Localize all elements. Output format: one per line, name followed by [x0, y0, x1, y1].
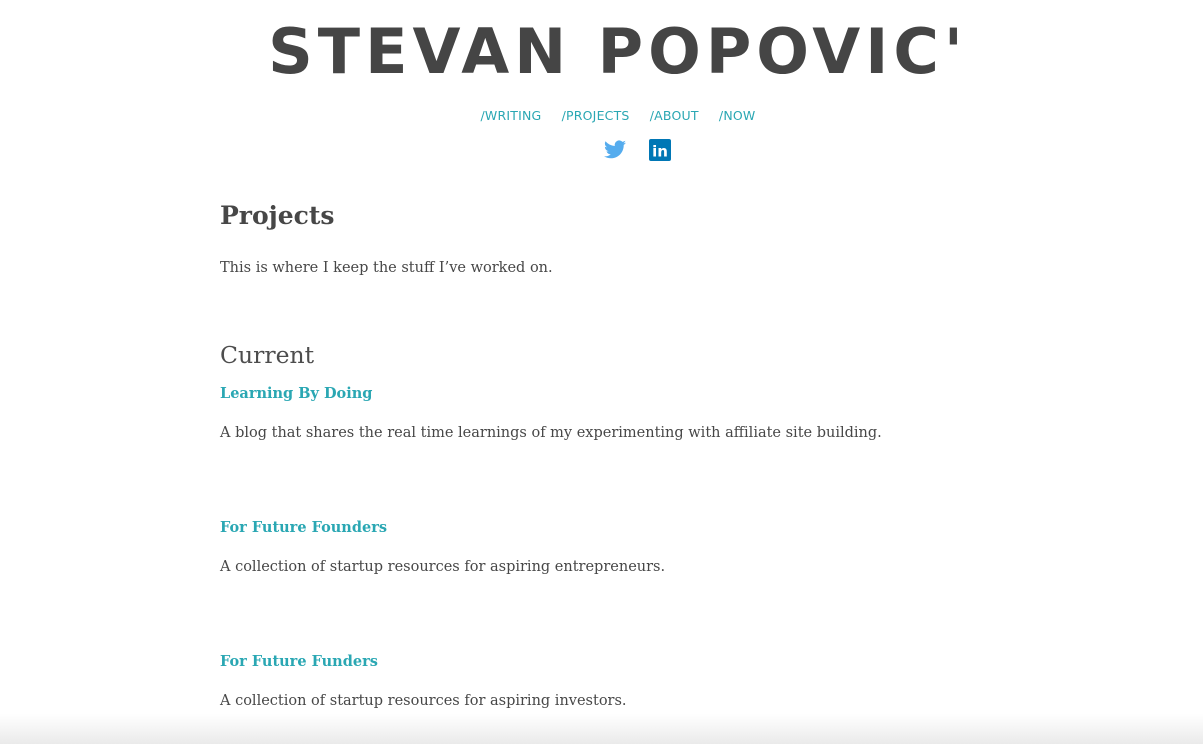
main-content: Projects This is where I keep the stuff … — [220, 195, 980, 712]
social-links: in — [0, 138, 1203, 162]
project-description: A collection of startup resources for as… — [220, 693, 627, 709]
svg-text:in: in — [652, 143, 668, 161]
nav-item-projects[interactable]: /PROJECTS — [562, 108, 630, 123]
project-link-for-future-founders[interactable]: For Future Founders — [220, 517, 387, 539]
linkedin-link[interactable]: in — [649, 138, 673, 162]
intro-text: This is where I keep the stuff I’ve work… — [220, 260, 553, 276]
nav-item-about[interactable]: /ABOUT — [650, 108, 699, 123]
project-item: For Future Founders A collection of star… — [220, 517, 980, 578]
main-nav: /WRITING /PROJECTS /ABOUT /NOW — [0, 108, 1203, 123]
project-description: A blog that shares the real time learnin… — [220, 425, 882, 441]
page-title: Projects — [220, 201, 335, 230]
bottom-shadow — [0, 714, 1203, 744]
project-description: A collection of startup resources for as… — [220, 559, 666, 575]
project-item: For Future Funders A collection of start… — [220, 651, 980, 712]
linkedin-icon: in — [649, 139, 671, 161]
project-item: Learning By Doing A blog that shares the… — [220, 383, 980, 444]
project-link-learning-by-doing[interactable]: Learning By Doing — [220, 383, 372, 405]
nav-item-writing[interactable]: /WRITING — [481, 108, 542, 123]
twitter-icon — [604, 140, 626, 159]
site-title[interactable]: STEVAN POPOVIC' — [0, 12, 1203, 92]
twitter-link[interactable] — [603, 138, 627, 162]
nav-item-now[interactable]: /NOW — [719, 108, 756, 123]
section-heading-current: Current — [220, 341, 315, 369]
project-link-for-future-funders[interactable]: For Future Funders — [220, 651, 378, 673]
